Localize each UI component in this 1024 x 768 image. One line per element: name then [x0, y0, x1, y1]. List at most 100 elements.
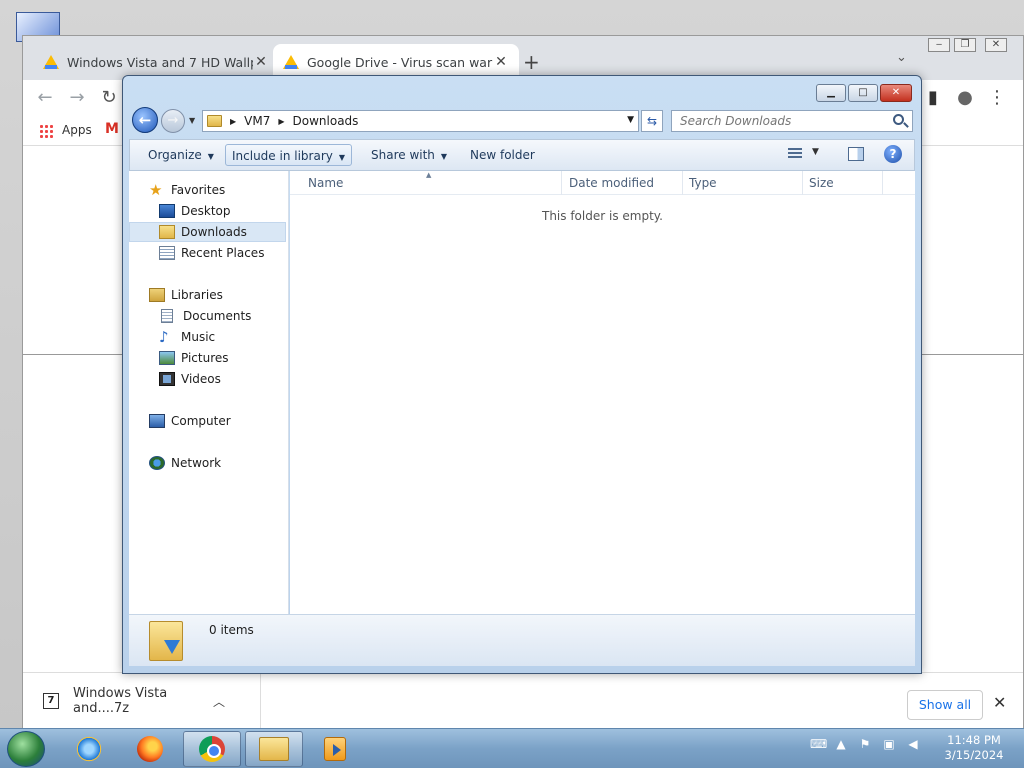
show-all-button[interactable]: Show all [907, 690, 983, 720]
nav-label: Documents [183, 309, 252, 323]
nav-music[interactable]: ♪ Music [129, 327, 286, 347]
clock-date: 3/15/2024 [944, 748, 1004, 762]
nav-label: Downloads [181, 225, 247, 239]
refresh-icon[interactable]: ⇆ [641, 110, 663, 132]
nav-recent-places[interactable]: Recent Places [129, 243, 286, 263]
back-arrow-icon[interactable]: ← [132, 107, 158, 133]
recent-pages-chevron-icon[interactable]: ▼ [189, 116, 195, 125]
nav-label: Libraries [171, 288, 223, 302]
action-center-flag-icon[interactable]: ⚑ [858, 737, 872, 751]
taskbar-chrome[interactable] [183, 731, 241, 767]
nav-documents[interactable]: Documents [129, 306, 286, 326]
view-dropdown-icon[interactable]: ▼ [812, 147, 819, 157]
nav-favorites[interactable]: ★ Favorites [129, 180, 286, 200]
organize-button[interactable]: Organize ▼ [142, 144, 220, 166]
downloads-folder-icon [159, 225, 175, 239]
start-button[interactable] [7, 731, 45, 767]
dropdown-arrow-icon: ▼ [440, 152, 448, 161]
sort-ascending-icon: ▲ [426, 171, 432, 179]
reload-icon[interactable]: ↻ [97, 86, 121, 110]
nav-computer[interactable]: Computer [129, 411, 286, 431]
side-panel-icon[interactable]: ▮ [921, 86, 945, 110]
tab-close-icon[interactable]: ✕ [493, 54, 509, 70]
search-icon[interactable] [893, 114, 904, 125]
include-in-library-button[interactable]: Include in library ▼ [225, 144, 353, 166]
breadcrumb-arrow-icon[interactable]: ▶ [230, 117, 236, 126]
nav-desktop[interactable]: Desktop [129, 201, 286, 221]
column-header-name[interactable]: Name [302, 171, 562, 195]
search-input[interactable] [671, 110, 913, 132]
gmail-icon[interactable]: M [105, 121, 119, 137]
breadcrumb-downloads[interactable]: Downloads [293, 114, 359, 128]
help-icon[interactable]: ? [884, 145, 902, 163]
minimize-icon[interactable]: ▁ [816, 84, 846, 102]
address-bar[interactable]: ▶ VM7 ▶ Downloads ▼ [202, 110, 639, 132]
new-folder-button[interactable]: New folder [464, 144, 541, 166]
close-icon[interactable]: ✕ [880, 84, 912, 102]
forward-arrow-icon[interactable]: → [161, 109, 185, 133]
new-tab-icon[interactable]: + [523, 50, 540, 74]
breadcrumb-arrow-icon[interactable]: ▶ [278, 117, 284, 126]
keyboard-icon[interactable]: ⌨ [810, 737, 827, 751]
change-view-icon[interactable] [788, 148, 802, 160]
column-header-size[interactable]: Size [803, 171, 883, 195]
clock[interactable]: 11:48 PM 3/15/2024 [944, 733, 1004, 763]
nav-downloads[interactable]: Downloads [129, 222, 286, 242]
nav-network[interactable]: Network [129, 453, 286, 473]
maximize-icon[interactable]: □ [848, 84, 878, 102]
close-icon[interactable]: ✕ [993, 693, 1006, 712]
minimize-icon[interactable]: ‒ [928, 38, 950, 52]
volume-muted-icon[interactable]: ◀ [906, 737, 920, 751]
breadcrumb-vm7[interactable]: VM7 [244, 114, 270, 128]
firefox-icon [137, 736, 163, 762]
nav-pictures[interactable]: Pictures [129, 348, 286, 368]
nav-label: Computer [171, 414, 231, 428]
organize-label: Organize [148, 148, 202, 162]
nav-libraries[interactable]: Libraries [129, 285, 286, 305]
dropdown-arrow-icon: ▼ [207, 152, 214, 161]
column-header-date-modified[interactable]: Date modified [563, 171, 683, 195]
tab-title: Google Drive - Virus scan warnin [307, 54, 493, 70]
nav-label: Music [181, 330, 216, 344]
show-hidden-icons-chevron-icon[interactable]: ▲ [834, 737, 848, 751]
tab-close-icon[interactable]: ✕ [253, 54, 269, 70]
item-count: 0 items [209, 623, 254, 637]
details-pane: 0 items [129, 614, 915, 666]
taskbar: ⌨ ▲ ⚑ ▣ ◀ 11:48 PM 3/15/2024 [0, 728, 1024, 768]
forward-arrow-icon[interactable]: → [65, 86, 89, 110]
nav-videos[interactable]: Videos [129, 369, 286, 389]
file-list[interactable]: Name ▲ Date modified Type Size This fold… [290, 171, 915, 614]
taskbar-explorer[interactable] [245, 731, 303, 767]
explorer-window: ▁ □ ✕ ← → ▼ ▶ VM7 ▶ Downloads ▼ ⇆ Organi… [122, 75, 922, 674]
tab-title: Windows Vista and 7 HD Wallpa [67, 54, 253, 70]
nav-label: Pictures [181, 351, 229, 365]
pictures-icon [159, 351, 175, 365]
tab-search-chevron-icon[interactable]: ⌄ [896, 50, 907, 65]
download-shelf: 7 Windows Vista and....7z ︿ Show all ✕ [23, 672, 1023, 729]
download-item[interactable]: 7 Windows Vista and....7z ︿ [23, 673, 261, 729]
address-dropdown-icon[interactable]: ▼ [627, 115, 634, 125]
share-with-button[interactable]: Share with ▼ [365, 144, 453, 166]
taskbar-internet-explorer[interactable] [60, 731, 118, 767]
restore-icon[interactable]: ❐ [954, 38, 976, 52]
network-status-icon[interactable]: ▣ [882, 737, 896, 751]
profile-avatar-icon[interactable]: ● [953, 86, 977, 110]
command-bar: Organize ▼ Include in library ▼ Share with… [129, 139, 915, 171]
close-icon[interactable]: ✕ [985, 38, 1007, 52]
back-arrow-icon[interactable]: ← [33, 86, 57, 110]
preview-pane-icon[interactable] [848, 147, 864, 161]
media-player-icon [324, 737, 346, 761]
navigation-pane: ★ Favorites Desktop Downloads Recent Pla… [129, 171, 289, 614]
more-menu-icon[interactable]: ⋮ [985, 86, 1009, 110]
folder-icon [207, 115, 222, 127]
dropdown-arrow-icon: ▼ [338, 153, 346, 162]
system-tray: ⌨ ▲ ⚑ ▣ ◀ [810, 737, 920, 751]
recent-places-icon [159, 246, 175, 260]
taskbar-media-player[interactable] [306, 731, 364, 767]
column-header-type[interactable]: Type [683, 171, 803, 195]
apps-bookmark[interactable]: Apps [62, 123, 92, 137]
apps-grid-icon[interactable] [39, 124, 53, 138]
chevron-up-icon[interactable]: ︿ [213, 693, 225, 710]
taskbar-firefox[interactable] [121, 731, 179, 767]
computer-icon [149, 414, 165, 428]
